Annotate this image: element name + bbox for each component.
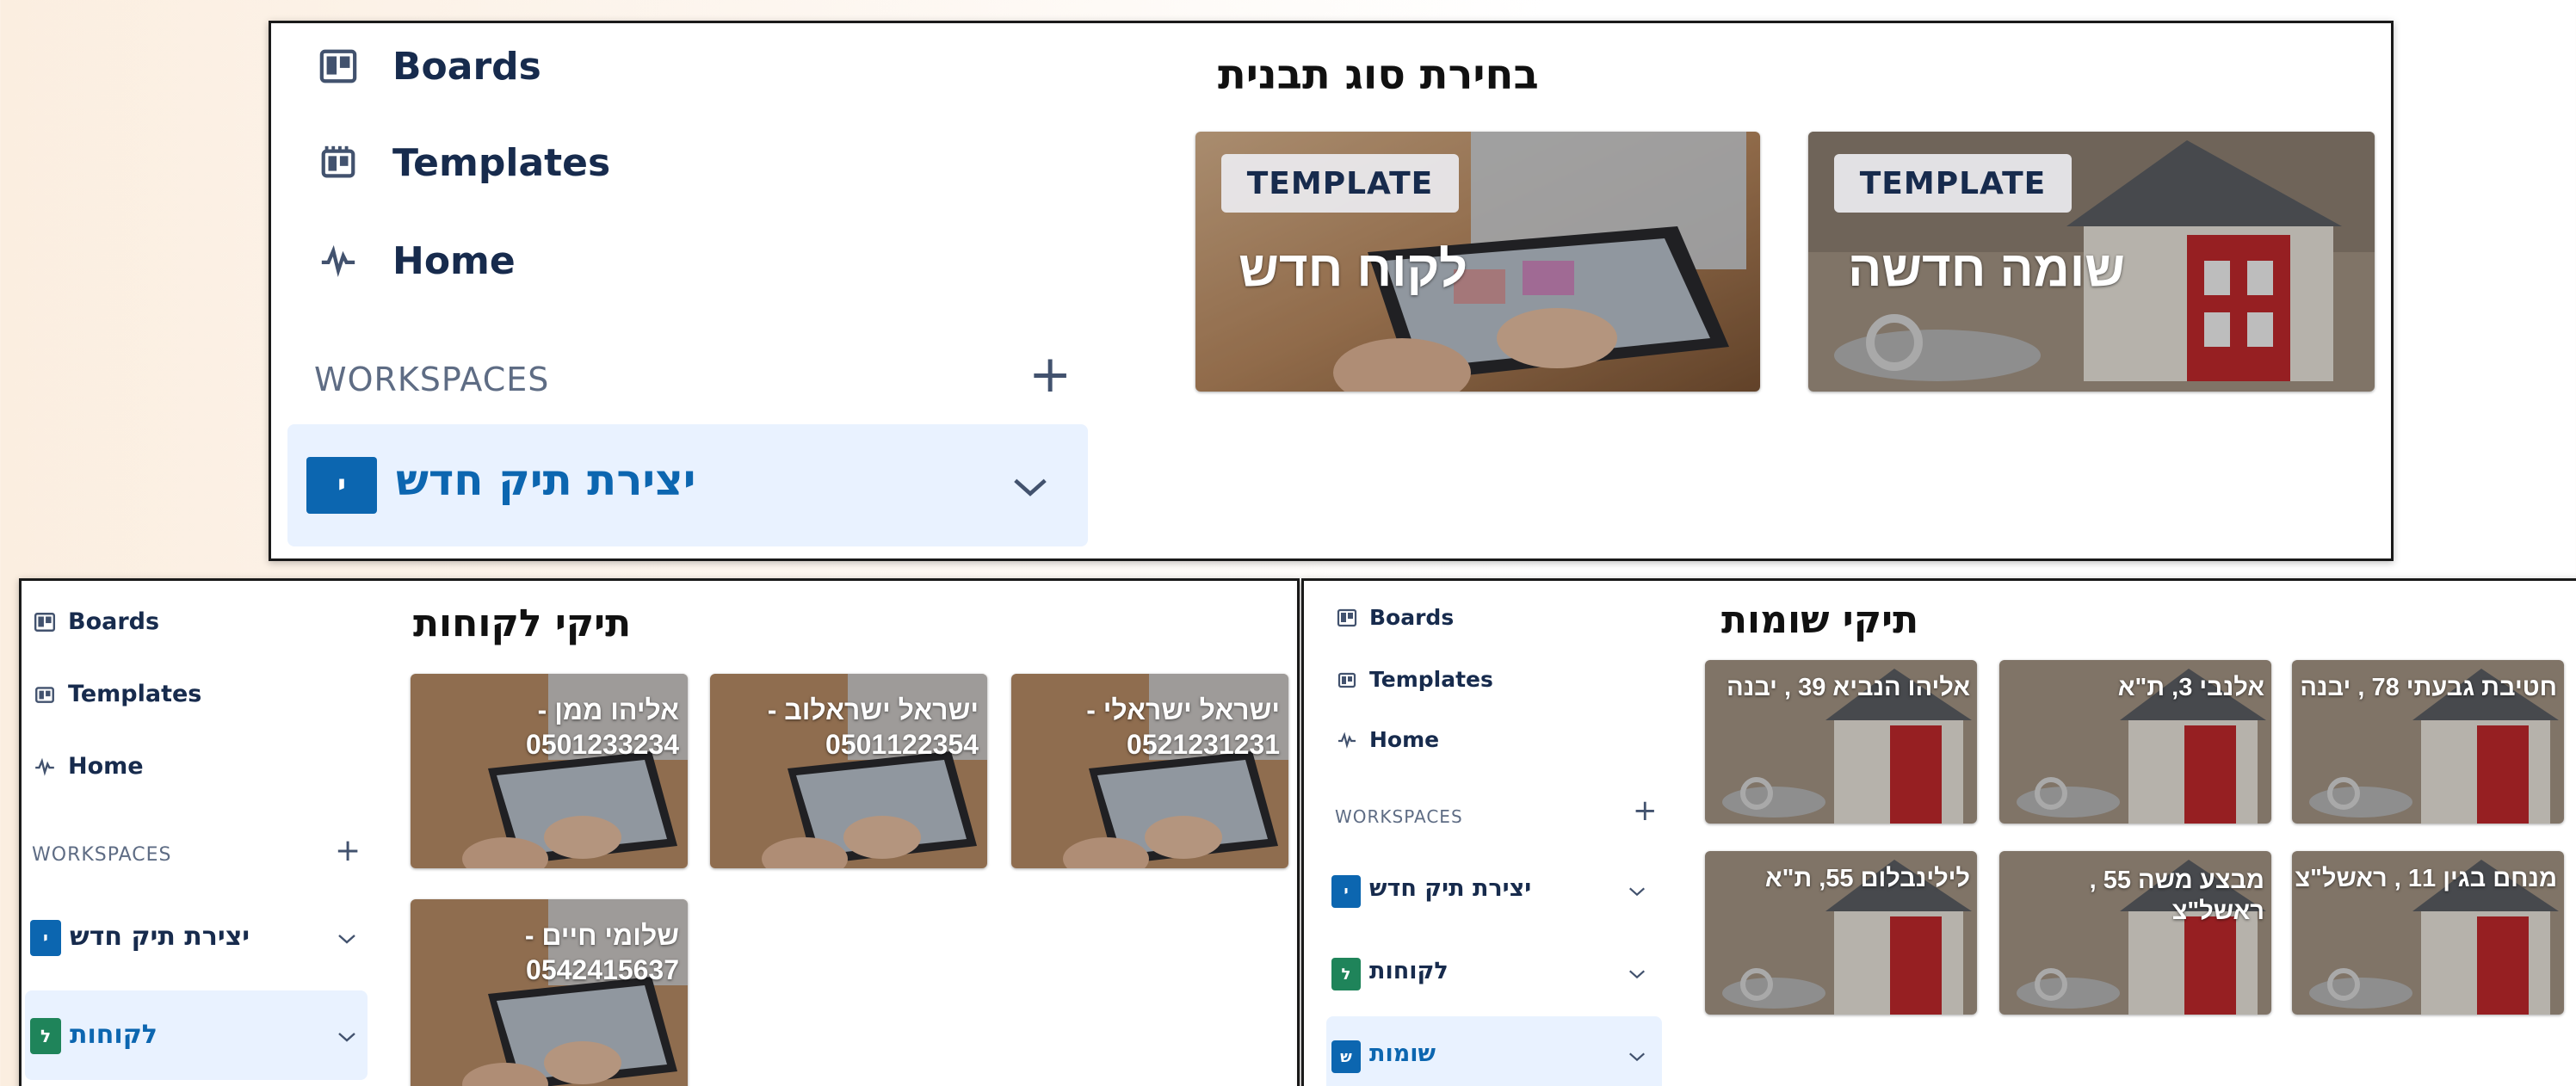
card-title: אלנבי 3, ת"א [2117, 674, 2264, 701]
nav-boards-label: Boards [1369, 605, 1455, 630]
nav-home[interactable]: Home [318, 237, 516, 285]
page-title: בחירת סוג תבנית [1218, 51, 1539, 99]
template-badge: TEMPLATE [1221, 154, 1459, 213]
card-title: לקוח חדש [1239, 241, 1467, 297]
template-card-new-estimate[interactable]: TEMPLATE שומה חדשה [1808, 132, 2375, 392]
client-card[interactable]: ישראל ישראלי - 0521231231 [1011, 674, 1288, 868]
nav-home-label: Home [392, 238, 516, 283]
workspaces-heading: WORKSPACES [32, 844, 172, 866]
workspace-badge: י [1331, 875, 1361, 908]
chevron-down-icon[interactable] [1628, 968, 1646, 980]
workspaces-heading: WORKSPACES [314, 361, 550, 398]
chevron-down-icon[interactable] [337, 932, 357, 946]
template-card-new-client[interactable]: TEMPLATE לקוח חדש [1195, 132, 1760, 392]
templates-icon [35, 686, 54, 703]
boards-icon [1337, 608, 1357, 626]
workspace-badge: ל [1331, 958, 1361, 990]
client-card[interactable]: אליהו ממן - 0501233234 [411, 674, 688, 868]
activity-icon [1338, 731, 1356, 749]
estimate-card[interactable]: מבצע משה 55 , ראשל"צ [1999, 851, 2271, 1015]
card-title: אליהו ממן - 0501233234 [526, 694, 679, 760]
card-title: לילינבלום 55, ת"א [1764, 865, 1970, 892]
workspace-name: יצירת תיק חדש [70, 922, 250, 952]
template-selection-panel: Boards Templates Home WORKSPACES + י יצי… [269, 21, 2394, 561]
activity-icon [35, 757, 54, 776]
nav-home-label: Home [1369, 727, 1440, 752]
workspace-row-clients[interactable]: ל לקוחות [25, 990, 368, 1080]
boards-icon [34, 612, 56, 632]
card-title: מבצע משה 55 , ראשל"צ [2089, 867, 2264, 926]
estimate-card[interactable]: לילינבלום 55, ת"א [1705, 851, 1977, 1015]
workspace-row-new-file[interactable]: י יצירת תיק חדש [25, 899, 368, 977]
estimate-card[interactable]: אלנבי 3, ת"א [1999, 660, 2271, 824]
nav-templates-label: Templates [1369, 667, 1493, 692]
nav-home[interactable]: Home [34, 753, 144, 780]
chevron-down-icon[interactable] [1010, 474, 1050, 500]
add-workspace-button[interactable]: + [1029, 349, 1072, 400]
nav-templates[interactable]: Templates [34, 681, 201, 707]
workspace-badge: ל [30, 1018, 61, 1054]
nav-templates-label: Templates [68, 681, 202, 707]
card-title: אליהו הנביא 39 , יבנה [1727, 674, 1970, 701]
page-title: תיקי שומות [1721, 598, 1919, 642]
estimate-card[interactable]: מנחם בגין 11 , ראשל"צ [2292, 851, 2564, 1015]
workspace-badge: ש [1331, 1040, 1361, 1073]
activity-icon [321, 244, 355, 278]
nav-home[interactable]: Home [1337, 727, 1439, 752]
nav-templates-label: Templates [392, 140, 611, 185]
client-card[interactable]: שלומי חיים - 0542415637 [411, 899, 688, 1086]
nav-home-label: Home [68, 753, 144, 780]
workspaces-heading: WORKSPACES [1335, 806, 1463, 827]
estimates-panel: Boards Templates Home WORKSPACES + י יצי… [1301, 578, 2576, 1086]
nav-boards-label: Boards [68, 608, 160, 635]
workspace-row-clients[interactable]: ל לקוחות [1326, 937, 1662, 1009]
workspace-name: יצירת תיק חדש [1369, 875, 1532, 902]
workspace-row-new-file[interactable]: י יצירת תיק חדש [1326, 855, 1662, 927]
chevron-down-icon[interactable] [1628, 885, 1646, 898]
boards-icon [319, 49, 357, 83]
estimate-card[interactable]: אליהו הנביא 39 , יבנה [1705, 660, 1977, 824]
card-title: מנחם בגין 11 , ראשל"צ [2295, 865, 2557, 892]
card-title: ישראל ישראלי - 0521231231 [1086, 694, 1280, 760]
workspace-badge: י [306, 457, 377, 514]
templates-icon [1337, 672, 1356, 688]
template-badge: TEMPLATE [1834, 154, 2072, 213]
client-card[interactable]: ישראל ישראלוב - 0501122354 [710, 674, 987, 868]
clients-panel: Boards Templates Home WORKSPACES + י יצי… [19, 578, 1300, 1086]
nav-boards-label: Boards [392, 44, 541, 89]
nav-templates[interactable]: Templates [318, 139, 610, 187]
workspace-name: שומות [1369, 1040, 1436, 1067]
nav-templates[interactable]: Templates [1337, 667, 1493, 692]
nav-boards[interactable]: Boards [34, 608, 159, 635]
workspace-name: לקוחות [1369, 958, 1449, 984]
add-workspace-button[interactable]: + [1633, 796, 1658, 825]
workspace-name: לקוחות [70, 1020, 158, 1050]
templates-icon [321, 145, 355, 178]
chevron-down-icon[interactable] [1628, 1051, 1646, 1063]
nav-boards[interactable]: Boards [318, 42, 541, 90]
card-title: שלומי חיים - 0542415637 [524, 920, 679, 985]
workspace-name: יצירת תיק חדש [396, 455, 696, 505]
page-title: תיקי לקוחות [413, 602, 632, 645]
nav-boards[interactable]: Boards [1337, 605, 1454, 630]
card-title: ישראל ישראלוב - 0501122354 [767, 694, 979, 760]
add-workspace-button[interactable]: + [335, 836, 361, 867]
workspace-row-new-file[interactable]: י יצירת תיק חדש [287, 424, 1088, 546]
workspace-badge: י [30, 920, 61, 956]
workspace-row-estimates[interactable]: ש שומות [1326, 1016, 1662, 1086]
card-title: חטיבת גבעתי 78 , יבנה [2300, 674, 2557, 701]
chevron-down-icon[interactable] [337, 1030, 357, 1044]
estimate-card[interactable]: חטיבת גבעתי 78 , יבנה [2292, 660, 2564, 824]
card-title: שומה חדשה [1848, 241, 2125, 297]
